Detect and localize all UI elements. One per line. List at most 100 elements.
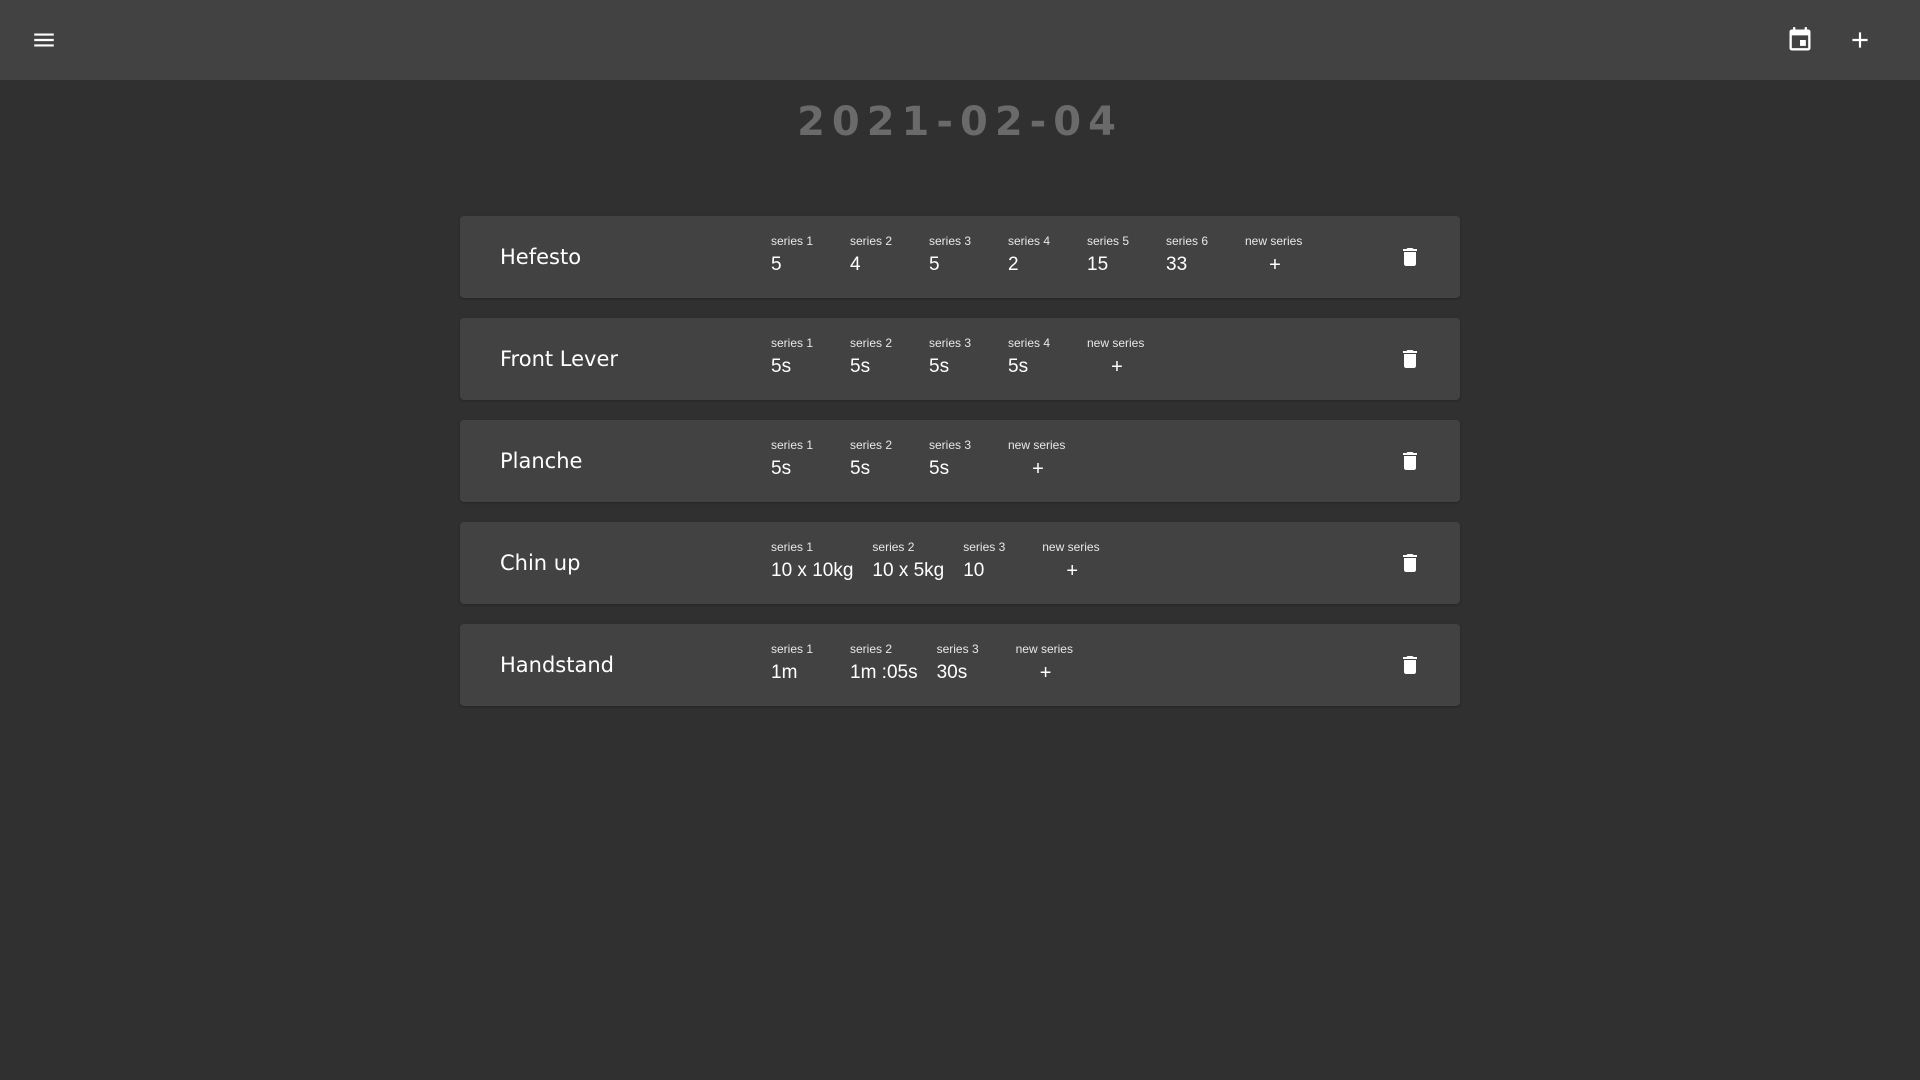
series-item[interactable]: series 5 15 <box>1087 233 1147 277</box>
delete-exercise-button[interactable] <box>1396 549 1424 577</box>
series-label: series 1 <box>771 336 814 350</box>
series-item[interactable]: series 1 5s <box>771 335 831 379</box>
menu-button[interactable] <box>22 18 66 62</box>
plus-icon: + <box>1269 254 1281 276</box>
series-label: series 5 <box>1087 234 1130 248</box>
delete-exercise-button[interactable] <box>1396 243 1424 271</box>
exercise-name: Chin up <box>500 551 581 575</box>
series-value: 30s <box>936 662 968 683</box>
new-series-label: new series <box>1087 336 1145 350</box>
series-list: series 1 5s series 2 5s series 3 5s new series… <box>771 437 1087 481</box>
menu-icon <box>34 33 54 47</box>
series-label: series 1 <box>771 438 814 452</box>
series-list: series 1 5s series 2 5s series 3 5s series 4 5s… <box>771 335 1166 379</box>
series-value: 10 x 5kg <box>872 560 945 581</box>
series-item[interactable]: series 1 5s <box>771 437 831 481</box>
series-value: 5s <box>1008 356 1029 377</box>
series-label: series 1 <box>771 642 814 656</box>
exercise-card: Planche series 1 5s series 2 5s series 3 5s new… <box>460 420 1460 502</box>
top-app-bar <box>0 0 1920 80</box>
series-label: series 2 <box>850 642 893 656</box>
series-item[interactable]: series 1 10 x 10kg <box>771 539 853 583</box>
series-value: 10 x 10kg <box>771 560 854 581</box>
exercise-card: Hefesto series 1 5 series 2 4 series 3 5 series… <box>460 216 1460 298</box>
delete-exercise-button[interactable] <box>1396 651 1424 679</box>
series-value: 2 <box>1008 254 1019 275</box>
series-label: series 4 <box>1008 234 1051 248</box>
series-value: 5s <box>771 356 792 377</box>
series-label: series 2 <box>850 234 893 248</box>
series-item[interactable]: series 3 5s <box>929 335 989 379</box>
plus-icon: + <box>1032 458 1044 480</box>
series-item[interactable]: series 3 5s <box>929 437 989 481</box>
delete-exercise-button[interactable] <box>1396 345 1424 373</box>
exercise-name: Hefesto <box>500 245 582 269</box>
series-list: series 1 1m series 2 1m :05s series 3 30s new … <box>771 641 1095 685</box>
exercise-card: Front Lever series 1 5s series 2 5s series 3 5… <box>460 318 1460 400</box>
exercise-list: Hefesto series 1 5 series 2 4 series 3 5 series… <box>460 216 1460 726</box>
series-value: 1m <box>771 662 798 683</box>
page-title-date: 2021-02-04 <box>797 99 1123 145</box>
exercise-name: Front Lever <box>500 347 619 371</box>
series-item[interactable]: series 2 4 <box>850 233 910 277</box>
series-item[interactable]: series 1 5 <box>771 233 831 277</box>
series-item[interactable]: series 3 30s <box>937 641 997 685</box>
series-value: 5 <box>771 254 782 275</box>
series-label: series 2 <box>850 336 893 350</box>
add-exercise-button[interactable] <box>1838 18 1882 62</box>
series-label: series 2 <box>872 540 915 554</box>
plus-icon <box>1852 32 1868 48</box>
series-value: 5 <box>929 254 940 275</box>
series-value: 15 <box>1087 254 1109 275</box>
series-value: 5s <box>929 356 950 377</box>
plus-icon: + <box>1066 560 1079 582</box>
new-series-label: new series <box>1015 642 1073 656</box>
exercise-card: Chin up series 1 10 x 10kg series 2 10 x 5kg… <box>460 522 1460 604</box>
series-item[interactable]: series 3 5 <box>929 233 989 277</box>
series-label: series 1 <box>771 234 814 248</box>
series-list: series 1 10 x 10kg series 2 10 x 5kg series … <box>771 539 1121 583</box>
calendar-button[interactable] <box>1778 18 1822 62</box>
exercise-card: Handstand series 1 1m series 2 1m :05s series… <box>460 624 1460 706</box>
series-item[interactable]: series 2 10 x 5kg <box>872 539 944 583</box>
series-item[interactable]: series 6 33 <box>1166 233 1226 277</box>
series-label: series 6 <box>1166 234 1209 248</box>
series-label: series 3 <box>929 336 972 350</box>
series-item[interactable]: series 1 1m <box>771 641 831 685</box>
new-series-label: new series <box>1245 234 1303 248</box>
plus-icon: + <box>1039 662 1052 684</box>
series-value: 5s <box>771 458 792 479</box>
exercise-name: Handstand <box>500 653 614 677</box>
series-label: series 3 <box>963 540 1006 554</box>
series-value: 5s <box>929 458 950 479</box>
new-series-label: new series <box>1008 438 1066 452</box>
new-series-button[interactable]: new series + <box>1008 437 1068 481</box>
series-value: 1m :05s <box>850 662 918 683</box>
series-item[interactable]: series 3 10 <box>963 539 1023 583</box>
new-series-button[interactable]: new series + <box>1087 335 1147 379</box>
new-series-button[interactable]: new series + <box>1042 539 1102 583</box>
series-label: series 4 <box>1008 336 1051 350</box>
trash-icon <box>1403 350 1417 368</box>
trash-icon <box>1403 554 1417 572</box>
series-value: 5s <box>850 356 871 377</box>
series-value: 10 <box>963 560 985 581</box>
series-item[interactable]: series 2 5s <box>850 437 910 481</box>
series-item[interactable]: series 2 5s <box>850 335 910 379</box>
trash-icon <box>1403 452 1417 470</box>
plus-icon: + <box>1111 356 1123 378</box>
new-series-button[interactable]: new series + <box>1245 233 1305 277</box>
series-label: series 1 <box>771 540 814 554</box>
series-value: 4 <box>850 254 861 275</box>
new-series-button[interactable]: new series + <box>1016 641 1076 685</box>
series-item[interactable]: series 4 2 <box>1008 233 1068 277</box>
trash-icon <box>1403 248 1417 266</box>
series-item[interactable]: series 4 5s <box>1008 335 1068 379</box>
new-series-label: new series <box>1042 540 1100 554</box>
series-list: series 1 5 series 2 4 series 3 5 series 4 2 seri… <box>771 233 1324 277</box>
calendar-icon <box>1789 27 1811 51</box>
delete-exercise-button[interactable] <box>1396 447 1424 475</box>
series-label: series 3 <box>929 438 972 452</box>
series-value: 5s <box>850 458 871 479</box>
series-item[interactable]: series 2 1m :05s <box>850 641 918 685</box>
